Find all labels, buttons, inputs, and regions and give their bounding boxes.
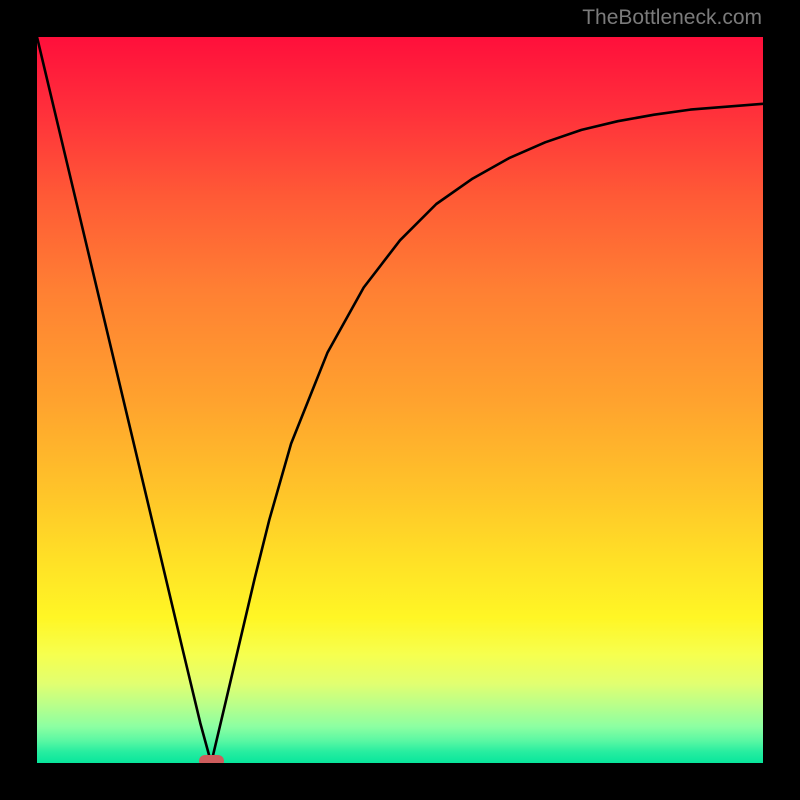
chart-frame: TheBottleneck.com	[0, 0, 800, 800]
curve-svg	[37, 37, 763, 763]
minimum-marker	[199, 755, 224, 763]
watermark-text: TheBottleneck.com	[582, 6, 762, 30]
curve-line	[37, 37, 763, 763]
plot-area	[37, 37, 763, 763]
